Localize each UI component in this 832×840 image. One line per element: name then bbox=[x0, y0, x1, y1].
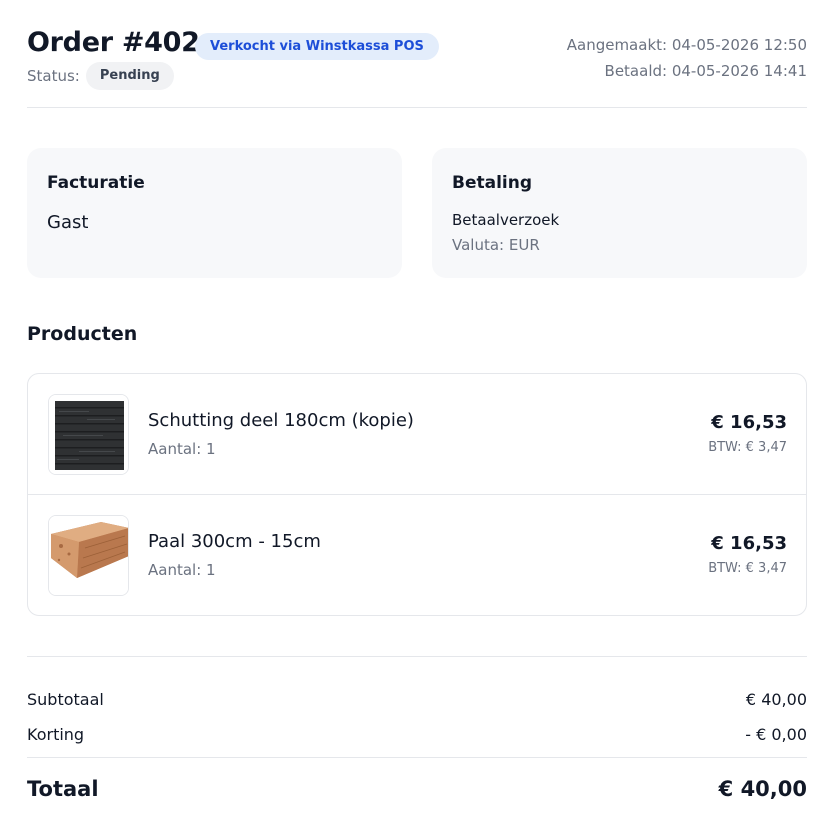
billing-title: Facturatie bbox=[47, 173, 145, 193]
product-tax: BTW: € 3,47 bbox=[708, 440, 787, 455]
order-detail-page: Order #402 Verkocht via Winstkassa POS S… bbox=[0, 0, 832, 840]
product-row[interactable]: Schutting deel 180cm (kopie) Aantal: 1 €… bbox=[28, 374, 806, 495]
status-label: Status: bbox=[27, 67, 80, 85]
total-label: Totaal bbox=[27, 777, 99, 801]
product-name[interactable]: Schutting deel 180cm (kopie) bbox=[148, 410, 414, 431]
billing-name: Gast bbox=[47, 212, 89, 233]
product-quantity: Aantal: 1 bbox=[148, 561, 216, 579]
subtotal-label: Subtotaal bbox=[27, 690, 104, 709]
product-name[interactable]: Paal 300cm - 15cm bbox=[148, 531, 321, 552]
payment-card: Betaling Betaalverzoek Valuta: EUR bbox=[432, 148, 807, 278]
subtotal-value: € 40,00 bbox=[745, 690, 807, 709]
product-list: Schutting deel 180cm (kopie) Aantal: 1 €… bbox=[27, 373, 807, 616]
payment-currency: Valuta: EUR bbox=[452, 236, 540, 254]
order-dates: Aangemaakt: 04-05-2026 12:50 Betaald: 04… bbox=[567, 32, 807, 84]
product-price: € 16,53 bbox=[711, 412, 787, 433]
product-price: € 16,53 bbox=[711, 533, 787, 554]
total-divider bbox=[27, 757, 807, 758]
products-title: Producten bbox=[27, 323, 138, 345]
product-quantity: Aantal: 1 bbox=[148, 440, 216, 458]
status-badge: Pending bbox=[85, 62, 174, 90]
header-divider bbox=[27, 107, 807, 108]
product-row[interactable]: Paal 300cm - 15cm Aantal: 1 € 16,53 BTW:… bbox=[28, 495, 806, 615]
payment-title: Betaling bbox=[452, 173, 533, 193]
paid-date: Betaald: 04-05-2026 14:41 bbox=[604, 62, 807, 80]
discount-value: - € 0,00 bbox=[745, 725, 807, 744]
billing-card: Facturatie Gast bbox=[27, 148, 402, 278]
summary-divider bbox=[27, 656, 807, 657]
status-row: Status: Pending bbox=[27, 62, 174, 90]
order-header: Order #402 Verkocht via Winstkassa POS S… bbox=[27, 26, 807, 90]
discount-label: Korting bbox=[27, 725, 85, 744]
total-value: € 40,00 bbox=[718, 777, 807, 801]
product-tax: BTW: € 3,47 bbox=[708, 561, 787, 576]
payment-method: Betaalverzoek bbox=[452, 211, 560, 229]
created-date: Aangemaakt: 04-05-2026 12:50 bbox=[566, 36, 807, 54]
order-title: Order #402 bbox=[27, 27, 200, 58]
wooden-post-image bbox=[48, 515, 129, 596]
source-badge: Verkocht via Winstkassa POS bbox=[195, 33, 439, 60]
fence-panel-image bbox=[48, 394, 129, 475]
